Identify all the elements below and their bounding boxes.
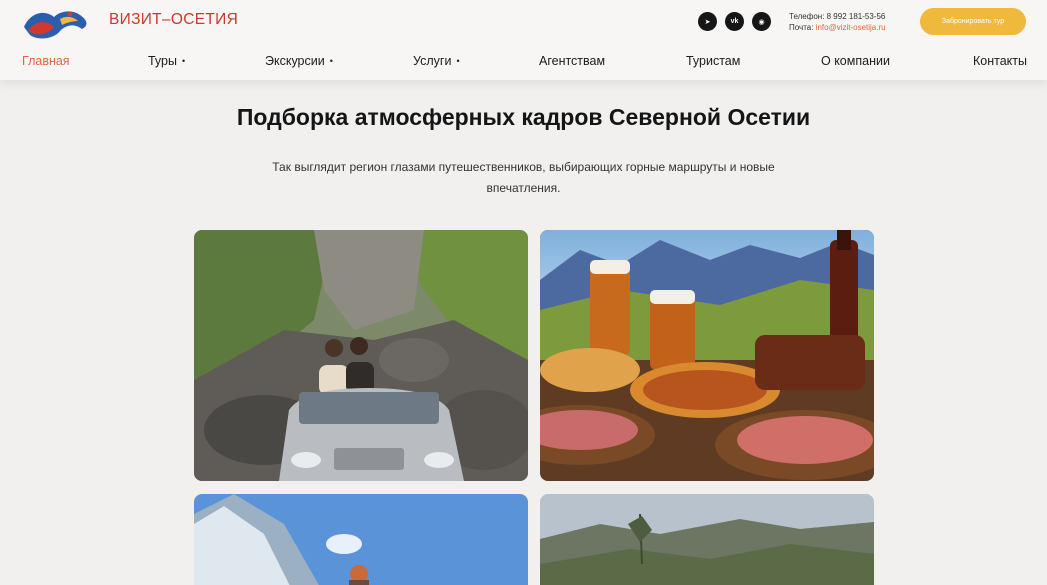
max-icon[interactable]: ◉	[752, 12, 771, 31]
email-label: Почта:	[789, 23, 814, 32]
gallery-photo-mountain-ridge[interactable]	[540, 494, 874, 585]
dropdown-indicator-icon: •	[329, 56, 333, 66]
gallery-photo-canyon-car[interactable]	[194, 230, 528, 481]
page-title: Подборка атмосферных кадров Северной Осе…	[236, 104, 811, 130]
main-nav: Главная Туры • Экскурсии • Услуги • Агентст…	[0, 52, 1047, 74]
contact-info: Телефон: 8 992 181-53-56 Почта: info@viz…	[789, 11, 886, 33]
nav-item-services[interactable]: Услуги •	[413, 54, 460, 68]
gallery-photo-snowy-peak[interactable]	[194, 494, 528, 585]
phone-text[interactable]: Телефон: 8 992 181-53-56	[789, 11, 886, 22]
nav-item-about[interactable]: О компании	[821, 54, 890, 68]
email-link[interactable]: info@vizit-osetija.ru	[816, 23, 886, 32]
canyon-car-image	[194, 230, 528, 481]
brand-name[interactable]: ВИЗИТ–ОСЕТИЯ	[109, 11, 238, 29]
snowy-peak-image	[194, 494, 528, 585]
telegram-icon[interactable]: ➤	[698, 12, 717, 31]
dropdown-indicator-icon: •	[456, 56, 460, 66]
ossetian-feast-image	[540, 230, 874, 481]
nav-item-agencies[interactable]: Агентствам	[539, 54, 605, 68]
nav-item-contacts[interactable]: Контакты	[973, 54, 1027, 68]
site-header: ВИЗИТ–ОСЕТИЯ ➤ vk ◉ Телефон: 8 992 181-5…	[0, 0, 1047, 80]
mountain-ridge-image	[540, 494, 874, 585]
page-subtitle: Так выглядит регион глазами путешественн…	[272, 160, 775, 195]
nav-item-excursions[interactable]: Экскурсии •	[265, 54, 333, 68]
book-tour-button[interactable]: Забронировать тур	[920, 8, 1026, 35]
nav-item-tourists[interactable]: Туристам	[686, 54, 740, 68]
social-links: ➤ vk ◉	[698, 12, 771, 31]
nav-item-tours[interactable]: Туры •	[148, 54, 185, 68]
vk-icon[interactable]: vk	[725, 12, 744, 31]
logo-icon[interactable]	[20, 5, 92, 43]
nav-item-home[interactable]: Главная	[22, 54, 70, 68]
gallery-photo-ossetian-feast[interactable]	[540, 230, 874, 481]
dropdown-indicator-icon: •	[181, 56, 186, 66]
